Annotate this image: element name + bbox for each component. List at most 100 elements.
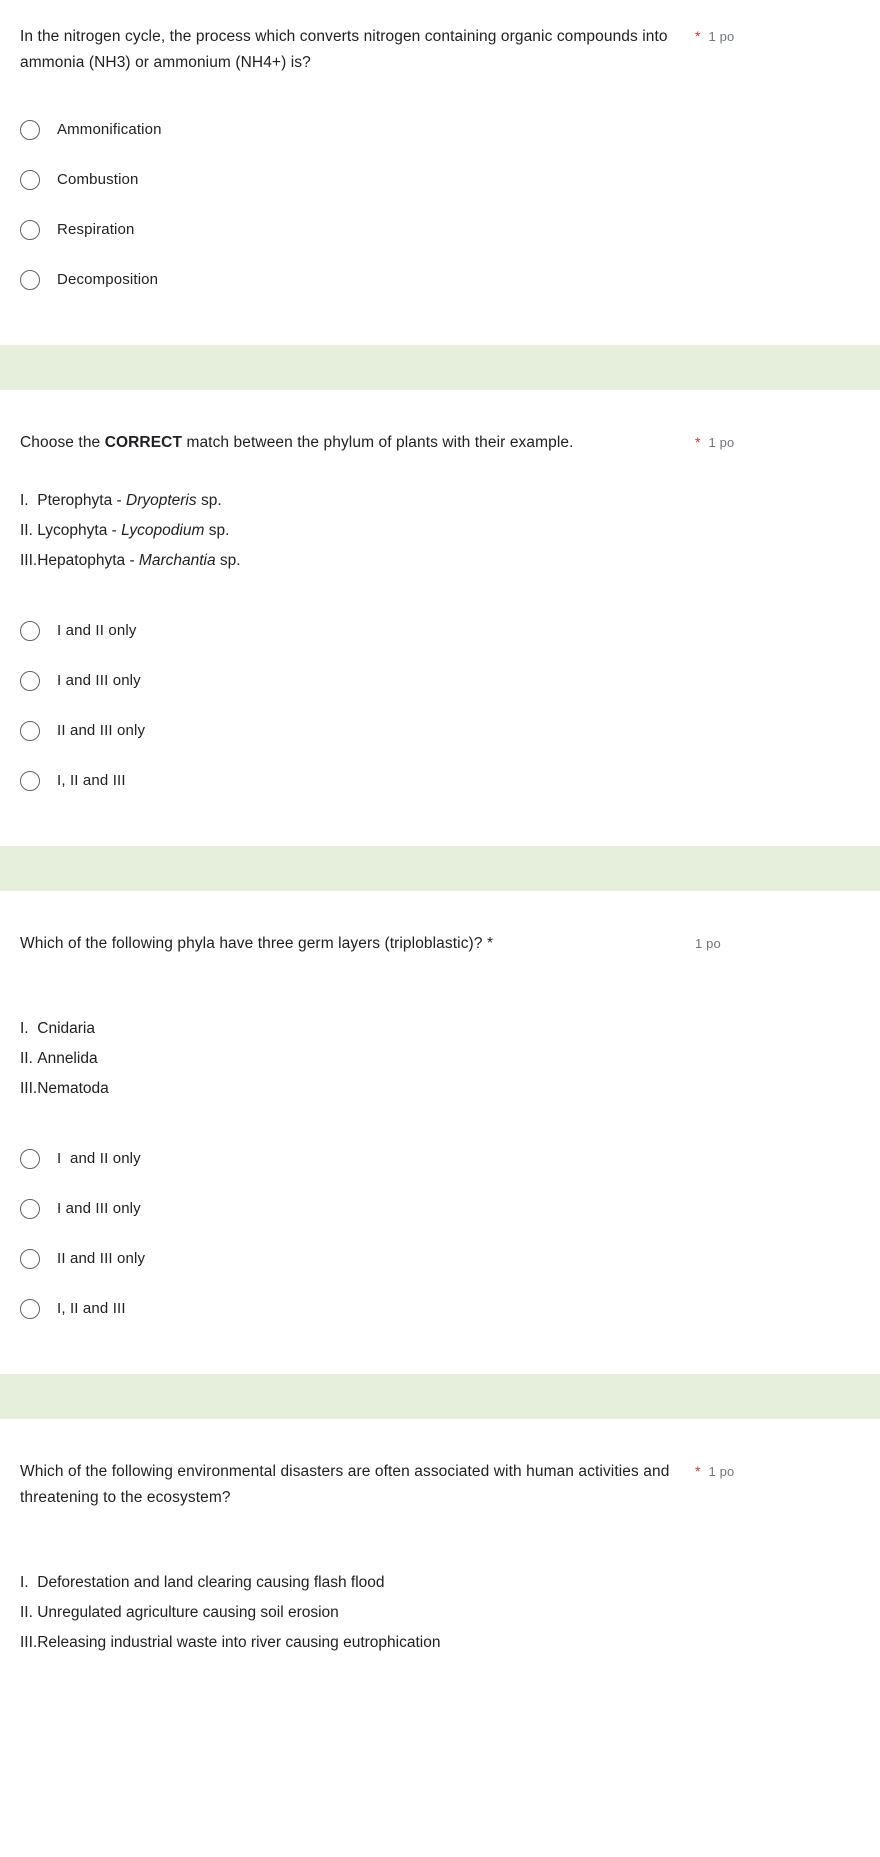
stem-line: I. Pterophyta - Dryopteris sp. bbox=[20, 486, 880, 516]
option-label: I and II only bbox=[57, 621, 137, 639]
question-title-2-part1: Choose the bbox=[20, 434, 105, 451]
option-row[interactable]: Ammonification bbox=[20, 105, 880, 155]
radio-icon[interactable] bbox=[20, 170, 40, 190]
stem-line: III.Hepatophyta - Marchantia sp. bbox=[20, 546, 880, 576]
question-header-2: Choose the CORRECT match between the phy… bbox=[0, 430, 880, 456]
stem-numeral: I. bbox=[20, 491, 29, 509]
question-points-2: * 1 po bbox=[695, 430, 734, 453]
option-label: II and III only bbox=[57, 1250, 146, 1267]
radio-icon[interactable] bbox=[20, 1199, 40, 1219]
option-row[interactable]: I, II and III bbox=[20, 1284, 880, 1334]
question-title-2-emphasis: CORRECT bbox=[104, 434, 183, 451]
stem-line: II. Annelida bbox=[20, 1044, 880, 1074]
radio-icon[interactable] bbox=[20, 270, 40, 290]
option-row[interactable]: Decomposition bbox=[20, 255, 880, 305]
question-stem-list-2: I. Pterophyta - Dryopteris sp. II. Lycop… bbox=[0, 486, 880, 576]
option-row[interactable]: I and III only bbox=[20, 656, 880, 706]
option-label: Ammonification bbox=[57, 121, 162, 138]
option-row[interactable]: I and II only bbox=[20, 1134, 880, 1184]
question-header-3: Which of the following phyla have three … bbox=[0, 931, 880, 957]
question-card-4: Which of the following environmental dis… bbox=[0, 1419, 880, 1698]
question-title-1: In the nitrogen cycle, the process which… bbox=[20, 28, 668, 71]
stem-italic-term: Dryopteris bbox=[126, 491, 197, 509]
required-asterisk-icon: * bbox=[695, 28, 701, 44]
stem-line: I. Cnidaria bbox=[20, 1014, 880, 1044]
stem-text-before: Pterophyta - bbox=[37, 491, 126, 509]
options-group-3[interactable]: I and II only I and III only II and III … bbox=[0, 1134, 880, 1334]
options-group-1[interactable]: Ammonification Combustion Respiration De… bbox=[0, 105, 880, 305]
stem-line: III.Nematoda bbox=[20, 1074, 880, 1104]
stem-line: II. Lycophyta - Lycopodium sp. bbox=[20, 516, 880, 546]
option-label: I, II and III bbox=[57, 771, 126, 789]
question-title-4: Which of the following environmental dis… bbox=[20, 1463, 670, 1506]
stem-text-before: Lycophyta - bbox=[37, 521, 122, 539]
stem-text: Releasing industrial waste into river ca… bbox=[37, 1634, 441, 1651]
option-label: I and II only bbox=[57, 1150, 141, 1167]
option-row[interactable]: I and II only bbox=[20, 606, 880, 656]
radio-icon[interactable] bbox=[20, 670, 40, 691]
option-row[interactable]: Respiration bbox=[20, 205, 880, 255]
radio-icon[interactable] bbox=[20, 1299, 40, 1319]
stem-numeral: II. bbox=[20, 1050, 33, 1067]
option-row[interactable]: II and III only bbox=[20, 706, 880, 756]
option-label: Respiration bbox=[57, 221, 135, 238]
radio-icon[interactable] bbox=[20, 1149, 40, 1169]
stem-text: Nematoda bbox=[37, 1080, 109, 1097]
stem-italic-term: Lycopodium bbox=[121, 521, 205, 539]
question-stem-list-3: I. Cnidaria II. Annelida III.Nematoda bbox=[0, 1014, 880, 1104]
option-label: I and III only bbox=[57, 671, 141, 689]
stem-line: I. Deforestation and land clearing causi… bbox=[20, 1568, 880, 1598]
stem-italic-term: Marchantia bbox=[138, 551, 216, 569]
question-title-2-part2: match between the phylum of plants with … bbox=[182, 434, 574, 451]
options-group-2[interactable]: I and II only I and III only II and III … bbox=[0, 606, 880, 806]
stem-numeral: II. bbox=[20, 1604, 33, 1621]
section-divider bbox=[0, 845, 880, 891]
option-row[interactable]: Combustion bbox=[20, 155, 880, 205]
stem-numeral: II. bbox=[20, 521, 33, 539]
stem-numeral: I. bbox=[20, 1020, 29, 1037]
points-label: 1 po bbox=[708, 435, 735, 450]
question-title-2: Choose the CORRECT match between the phy… bbox=[20, 430, 672, 456]
radio-icon[interactable] bbox=[20, 770, 40, 791]
stem-text: Cnidaria bbox=[37, 1020, 95, 1037]
points-label: 1 po bbox=[708, 29, 735, 44]
points-label: 1 po bbox=[708, 1464, 735, 1479]
option-label: Combustion bbox=[57, 171, 139, 188]
radio-icon[interactable] bbox=[20, 620, 40, 641]
question-header-4: Which of the following environmental dis… bbox=[0, 1459, 880, 1510]
quiz-form: In the nitrogen cycle, the process which… bbox=[0, 0, 880, 1698]
option-row[interactable]: I, II and III bbox=[20, 756, 880, 806]
option-row[interactable]: II and III only bbox=[20, 1234, 880, 1284]
stem-text: Unregulated agriculture causing soil ero… bbox=[37, 1604, 339, 1621]
stem-numeral: I. bbox=[20, 1574, 29, 1591]
stem-text-after: sp. bbox=[196, 491, 222, 509]
radio-icon[interactable] bbox=[20, 720, 40, 741]
question-card-2: Choose the CORRECT match between the phy… bbox=[0, 390, 880, 846]
question-points-4: * 1 po bbox=[695, 1459, 734, 1482]
stem-text-before: Hepatophyta - bbox=[37, 551, 139, 569]
stem-text: Annelida bbox=[37, 1050, 98, 1067]
section-divider bbox=[0, 1374, 880, 1419]
option-row[interactable]: I and III only bbox=[20, 1184, 880, 1234]
stem-text-after: sp. bbox=[204, 521, 230, 539]
radio-icon[interactable] bbox=[20, 220, 40, 240]
option-label: Decomposition bbox=[57, 271, 159, 288]
stem-numeral: III. bbox=[20, 1080, 38, 1097]
question-card-3: Which of the following phyla have three … bbox=[0, 890, 880, 1374]
stem-numeral: III. bbox=[20, 551, 38, 569]
question-header-1: In the nitrogen cycle, the process which… bbox=[0, 24, 880, 75]
stem-text: Deforestation and land clearing causing … bbox=[37, 1574, 385, 1591]
option-label: II and III only bbox=[57, 721, 146, 739]
stem-line: II. Unregulated agriculture causing soil… bbox=[20, 1598, 880, 1628]
radio-icon[interactable] bbox=[20, 1249, 40, 1269]
radio-icon[interactable] bbox=[20, 120, 40, 140]
question-title-3: Which of the following phyla have three … bbox=[20, 934, 494, 952]
section-divider bbox=[0, 345, 880, 390]
question-points-3: 1 po bbox=[695, 931, 721, 954]
required-asterisk-icon: * bbox=[695, 434, 701, 450]
option-label: I, II and III bbox=[57, 1300, 126, 1317]
question-card-1: In the nitrogen cycle, the process which… bbox=[0, 0, 880, 345]
option-label: I and III only bbox=[57, 1200, 141, 1217]
required-asterisk-icon: * bbox=[695, 1463, 701, 1479]
stem-text-after: sp. bbox=[215, 551, 241, 569]
